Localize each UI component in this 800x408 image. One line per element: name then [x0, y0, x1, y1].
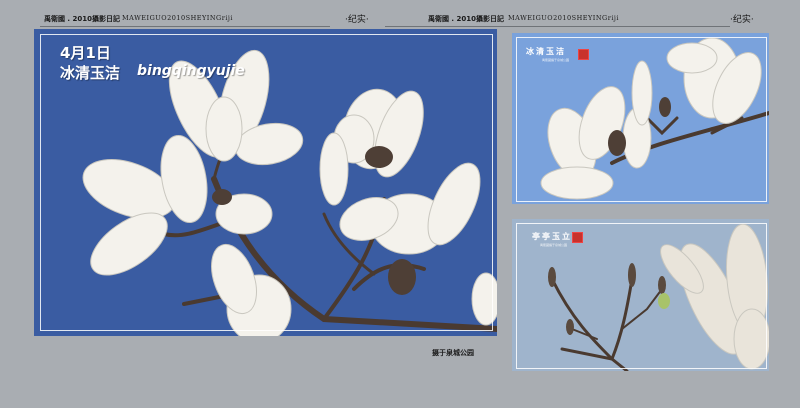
bottom-right-subtitle: 禹衛國攝于泉城公園	[540, 243, 568, 247]
header-author-right: 禹衛國 . 2010攝影日記	[428, 15, 505, 23]
main-title-cn: 冰清玉洁	[60, 64, 121, 82]
top-right-title: 冰清玉洁	[526, 46, 566, 56]
location-caption: 摄于泉城公园	[432, 349, 474, 357]
top-right-seal-icon	[578, 49, 589, 60]
main-date-line: 4月1日	[60, 44, 111, 62]
header-tag-left: ·纪实·	[345, 15, 369, 25]
header-author-left: 禹衛國 . 2010攝影日記	[44, 15, 121, 23]
main-title-pinyin: bingqingyujie	[137, 63, 245, 79]
header-tag-right: ·纪实·	[730, 15, 754, 25]
bottom-right-title: 亭亭玉立	[532, 231, 572, 241]
bottom-right-seal-icon	[572, 232, 583, 243]
top-right-subtitle: 禹衛國攝于泉城公園	[542, 58, 570, 62]
header-series-right: MAWEIGUO2010SHEYINGriji	[508, 14, 620, 22]
header-series-left: MAWEIGUO2010SHEYINGriji	[122, 14, 234, 22]
header-rule-left	[40, 26, 330, 27]
header-rule-right	[385, 26, 730, 27]
